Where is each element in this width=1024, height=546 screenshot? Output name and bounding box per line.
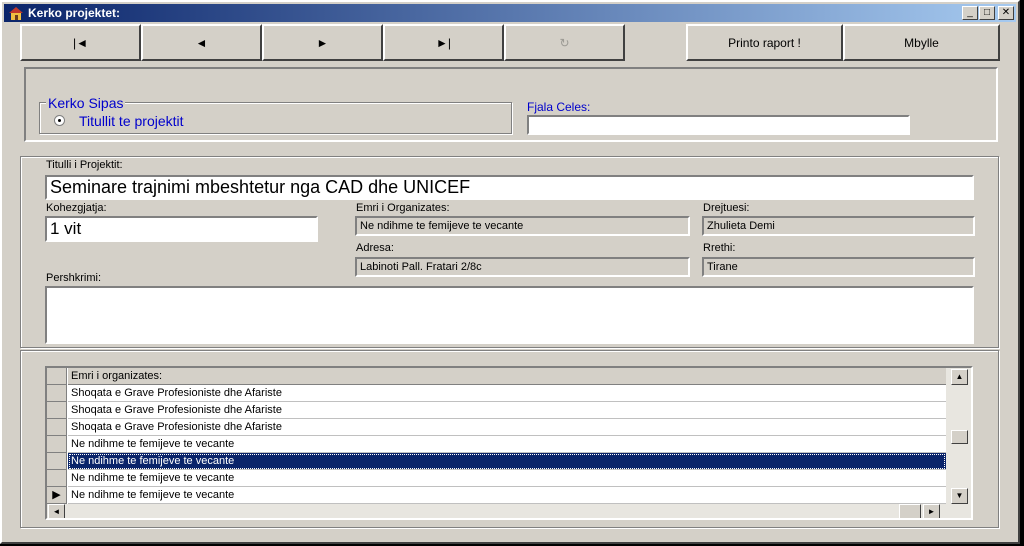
address-label: Adresa: <box>356 242 394 254</box>
table-row[interactable]: Ne ndihme te femijeve te vecante <box>68 487 946 504</box>
next-record-button[interactable]: ► <box>262 24 383 61</box>
scroll-down-button[interactable]: ▼ <box>951 488 968 504</box>
description-label: Pershkrimi: <box>46 272 102 284</box>
row-indicator[interactable] <box>47 419 67 436</box>
description-field[interactable] <box>45 286 974 344</box>
director-label: Drejtuesi: <box>703 202 750 214</box>
row-indicator[interactable] <box>47 436 67 453</box>
search-by-label: Kerko Sipas <box>46 95 126 111</box>
last-icon: ►| <box>436 35 451 50</box>
house-icon <box>9 7 23 20</box>
district-label: Rrethi: <box>703 242 736 254</box>
scroll-right-button[interactable]: ► <box>923 504 940 518</box>
title-bar[interactable]: Kerko projektet: _ □ ✕ <box>4 4 1016 22</box>
previous-icon: ◄ <box>195 35 208 50</box>
previous-record-button[interactable]: ◄ <box>141 24 262 61</box>
table-row[interactable]: Shoqata e Grave Profesioniste dhe Afaris… <box>68 402 946 419</box>
table-row[interactable]: Ne ndihme te femijeve te vecante <box>68 470 946 487</box>
horizontal-scroll-thumb[interactable] <box>899 504 921 518</box>
table-row[interactable]: Shoqata e Grave Profesioniste dhe Afaris… <box>68 385 946 402</box>
refresh-button[interactable]: ↻ <box>504 24 625 61</box>
grid-corner <box>47 368 67 385</box>
current-row-arrow-icon: ▶ <box>52 489 61 501</box>
grid-column-header[interactable]: Emri i organizates: <box>68 368 946 385</box>
director-field[interactable]: Zhulieta Demi <box>702 216 975 236</box>
close-window-button[interactable]: ✕ <box>998 6 1014 20</box>
table-row-selected[interactable]: Ne ndihme te femijeve te vecante <box>68 453 946 470</box>
radio-title-label: Titullit te projektit <box>79 113 184 129</box>
vertical-scroll-thumb[interactable] <box>951 430 968 444</box>
horizontal-scrollbar[interactable] <box>47 504 971 518</box>
scroll-up-button[interactable]: ▲ <box>951 369 968 385</box>
address-field[interactable]: Labinoti Pall. Fratari 2/8c <box>355 257 690 277</box>
row-indicator[interactable] <box>47 453 67 470</box>
row-indicator[interactable] <box>47 402 67 419</box>
minimize-button[interactable]: _ <box>962 6 978 20</box>
organization-label: Emri i Organizates: <box>356 202 450 214</box>
organization-field[interactable]: Ne ndihme te femijeve te vecante <box>355 216 690 236</box>
maximize-button[interactable]: □ <box>979 6 995 20</box>
district-field[interactable]: Tirane <box>702 257 975 277</box>
table-row[interactable]: Ne ndihme te femijeve te vecante <box>68 436 946 453</box>
first-record-button[interactable]: |◄ <box>20 24 141 61</box>
project-title-label: Titulli i Projektit: <box>46 159 123 171</box>
next-icon: ► <box>316 35 329 50</box>
last-record-button[interactable]: ►| <box>383 24 504 61</box>
window-title: Kerko projektet: <box>28 6 121 20</box>
radio-title-option[interactable] <box>54 115 65 126</box>
table-row[interactable]: Shoqata e Grave Profesioniste dhe Afaris… <box>68 419 946 436</box>
scroll-left-button[interactable]: ◄ <box>48 504 65 518</box>
first-icon: |◄ <box>73 35 88 50</box>
duration-label: Kohezgjatja: <box>46 202 107 214</box>
search-projects-window: Kerko projektet: _ □ ✕ |◄ ◄ ► ►| ↻ Print… <box>0 0 1020 544</box>
keyword-input[interactable] <box>527 115 910 135</box>
project-title-field[interactable]: Seminare trajnimi mbeshtetur nga CAD dhe… <box>45 175 974 200</box>
row-indicator[interactable] <box>47 385 67 402</box>
duration-field[interactable]: 1 vit <box>45 216 318 242</box>
print-report-button[interactable]: Printo raport ! <box>686 24 843 61</box>
refresh-icon: ↻ <box>559 35 570 50</box>
row-indicator[interactable] <box>47 470 67 487</box>
keyword-label: Fjala Celes: <box>527 100 591 114</box>
close-button[interactable]: Mbylle <box>843 24 1000 61</box>
current-row-indicator[interactable]: ▶ <box>47 487 67 504</box>
organizations-grid[interactable]: Emri i organizates: Shoqata e Grave Prof… <box>45 366 973 520</box>
